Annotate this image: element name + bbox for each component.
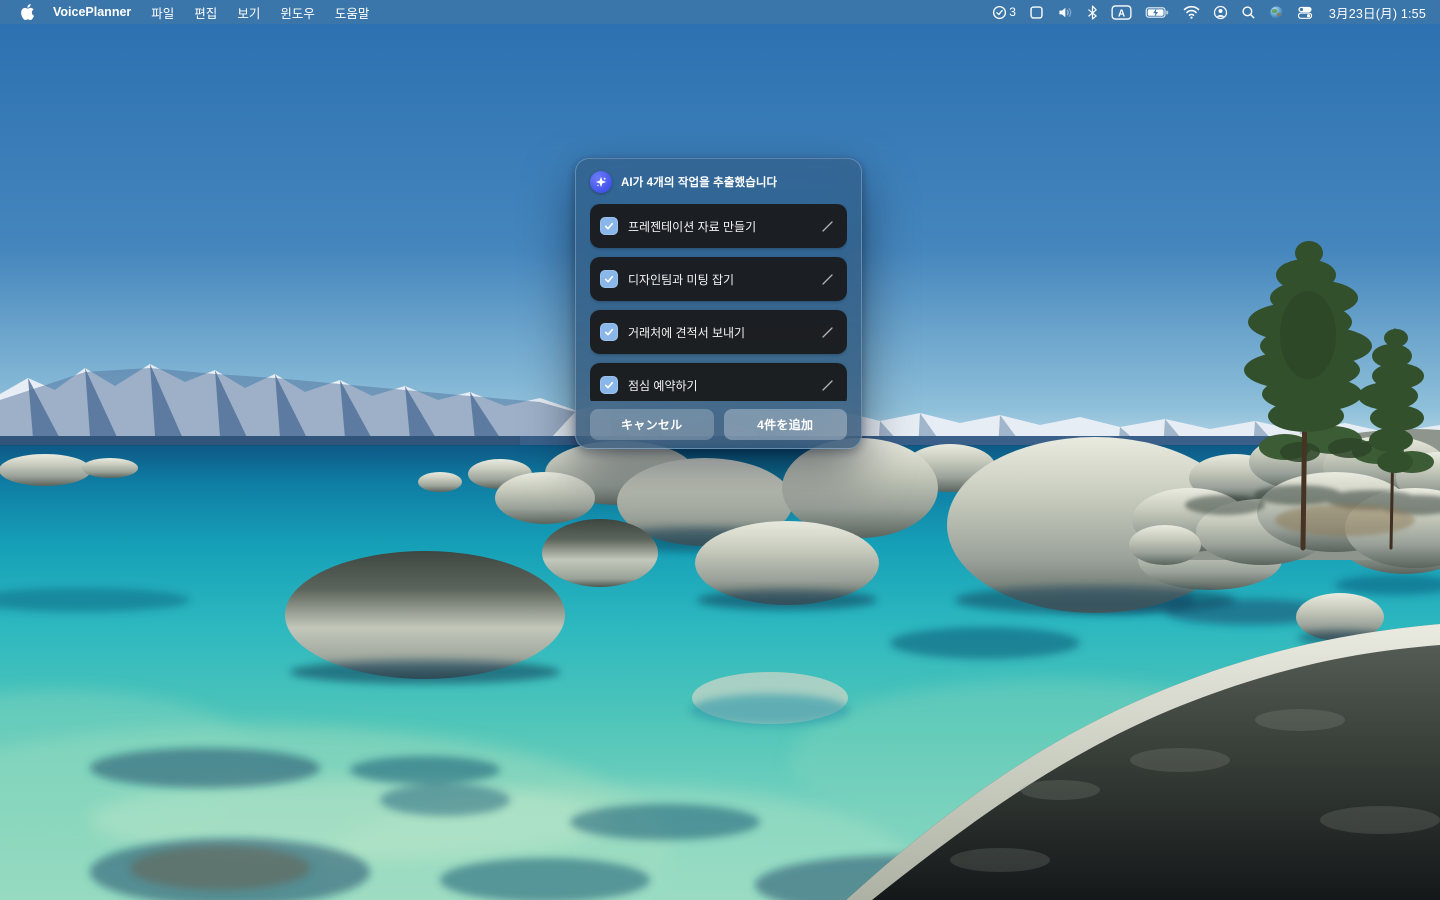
edit-pencil-icon[interactable] (820, 325, 835, 340)
menu-window[interactable]: 윈도우 (271, 3, 324, 22)
volume-icon[interactable] (1054, 0, 1077, 24)
svg-text:A: A (1118, 8, 1125, 19)
cancel-button[interactable]: キャンセル (590, 409, 714, 440)
lake-tahoe-wallpaper (0, 0, 1440, 900)
task-row[interactable]: 점심 예약하기 (590, 363, 847, 401)
apple-menu-icon[interactable] (12, 4, 42, 20)
task-checkbox[interactable] (600, 323, 618, 341)
edit-pencil-icon[interactable] (820, 272, 835, 287)
wifi-icon[interactable] (1180, 0, 1203, 24)
menu-edit[interactable]: 편집 (185, 3, 226, 22)
task-row[interactable]: 디자인팀과 미팅 잡기 (590, 257, 847, 301)
task-label: 프레젠테이션 자료 만들기 (628, 219, 757, 234)
task-label: 디자인팀과 미팅 잡기 (628, 272, 735, 287)
menu-bar-clock[interactable]: 3月23日(月) 1:55 (1323, 3, 1426, 22)
task-checkbox[interactable] (600, 217, 618, 235)
desktop: VoicePlanner 파일 편집 보기 윈도우 도움말 3 A 3月23日(… (0, 0, 1440, 900)
spotlight-search-icon[interactable] (1238, 0, 1259, 24)
menu-bar: VoicePlanner 파일 편집 보기 윈도우 도움말 3 A 3月23日(… (0, 0, 1440, 24)
stage-manager-icon[interactable] (1026, 0, 1047, 24)
task-checkbox[interactable] (600, 270, 618, 288)
user-account-icon[interactable] (1210, 0, 1231, 24)
task-list: 프레젠테이션 자료 만들기 디자인팀과 미팅 잡기 거래처에 견적서 보내기 점… (590, 204, 847, 401)
app-globe-icon[interactable] (1266, 0, 1287, 24)
bluetooth-icon[interactable] (1084, 0, 1101, 24)
menu-file[interactable]: 파일 (142, 3, 183, 22)
task-row[interactable]: 거래처에 견적서 보내기 (590, 310, 847, 354)
task-label: 거래처에 견적서 보내기 (628, 325, 746, 340)
ai-sparkle-icon (590, 171, 612, 193)
task-row[interactable]: 프레젠테이션 자료 만들기 (590, 204, 847, 248)
task-count-badge: 3 (1009, 5, 1016, 19)
dialog-header: AI가 4개의 작업을 추출했습니다 (590, 171, 847, 193)
menu-help[interactable]: 도움말 (326, 3, 379, 22)
dialog-buttons: キャンセル 4件を追加 (590, 409, 847, 440)
ai-task-extraction-dialog: AI가 4개의 작업을 추출했습니다 프레젠테이션 자료 만들기 디자인팀과 미… (575, 158, 862, 449)
dialog-title: AI가 4개의 작업을 추출했습니다 (621, 177, 778, 189)
battery-icon[interactable] (1142, 0, 1173, 24)
input-source-icon[interactable]: A (1108, 0, 1135, 24)
control-center-icon[interactable] (1294, 0, 1316, 24)
edit-pencil-icon[interactable] (820, 219, 835, 234)
task-checkbox[interactable] (600, 376, 618, 394)
menu-view[interactable]: 보기 (228, 3, 269, 22)
edit-pencil-icon[interactable] (820, 378, 835, 393)
task-label: 점심 예약하기 (628, 378, 698, 393)
add-tasks-button[interactable]: 4件を追加 (723, 409, 847, 440)
app-name[interactable]: VoicePlanner (44, 5, 140, 19)
task-check-status-icon[interactable]: 3 (989, 0, 1019, 24)
